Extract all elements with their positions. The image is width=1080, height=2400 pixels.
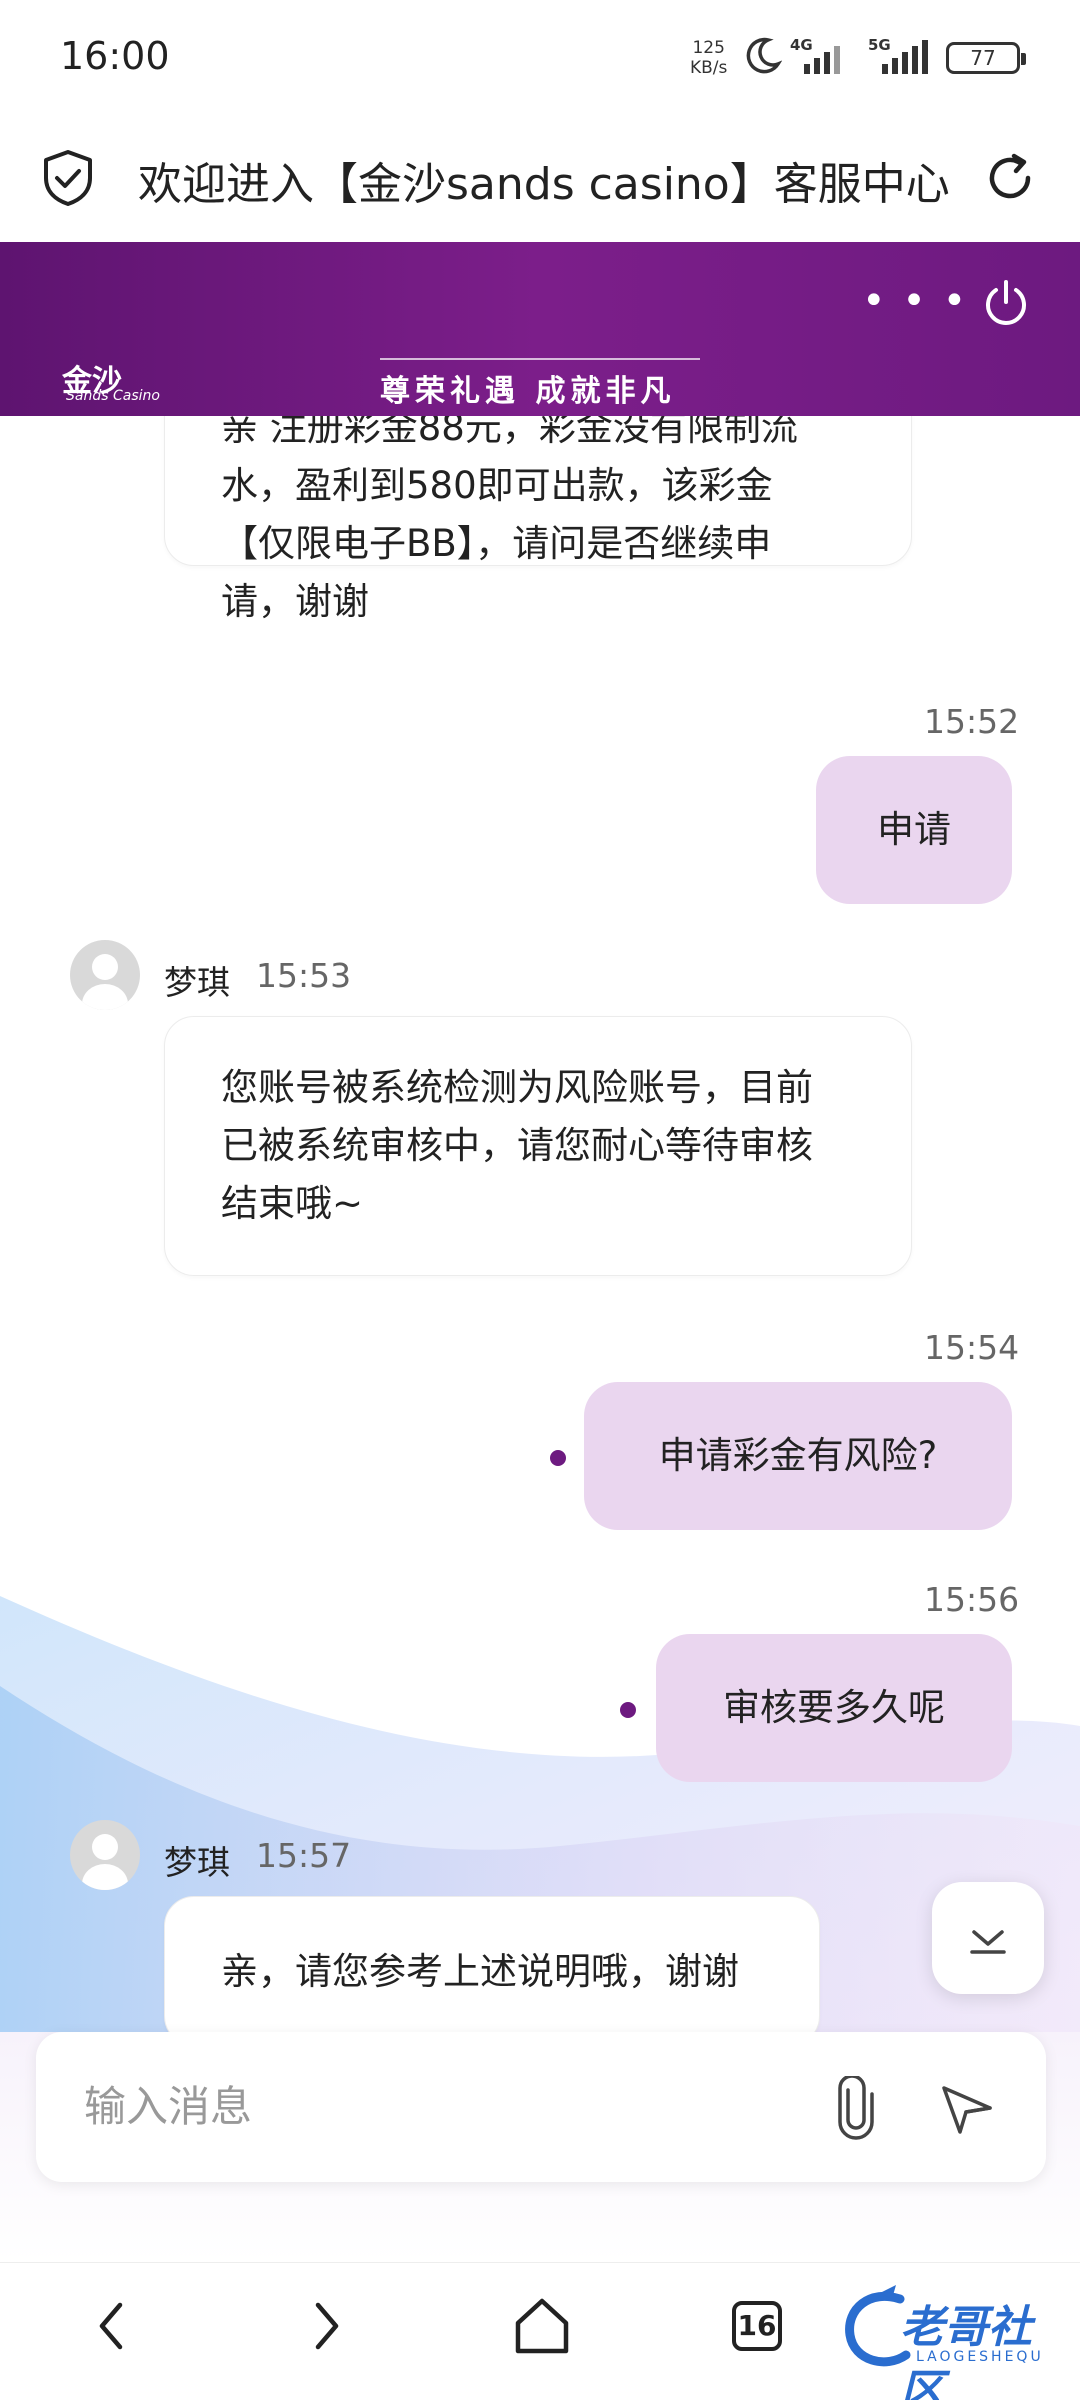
page-title: 欢迎进入【金沙sands casino】客服中心 [138,159,950,210]
message-input[interactable] [84,2074,804,2138]
scroll-to-bottom-button[interactable] [932,1882,1044,1994]
forward-icon[interactable] [302,2291,352,2361]
user-message-bubble: 申请 [816,756,1012,904]
message-time: 15:54 [924,1328,1020,1367]
brand-logo-sub: Sands Casino [66,388,160,404]
message-line: 您账号被系统检测为风险账号，目前 [221,1066,813,1109]
browser-nav-bar: 16 老哥社区 LAOGESHEQU [0,2262,1080,2400]
message-time: 15:52 [924,702,1020,741]
message-line: 结束哦~ [221,1182,364,1225]
do-not-disturb-icon [746,37,782,74]
agent-message-bubble: 亲 注册彩金88元，彩金没有限制流 水，盈利到580即可出款，该彩金 【仅限电子… [164,416,912,623]
watermark-logo: 老哥社区 LAOGESHEQU [840,2279,1070,2400]
battery-indicator: 77 [946,42,1026,74]
agent-message-bubble: 亲，请您参考上述说明哦，谢谢 [164,1896,820,2032]
site-header: • • • 金沙 Sands Casino 尊荣礼遇 成就非凡 [0,242,1080,416]
user-message-bubble: 审核要多久呢 [656,1634,1012,1782]
reload-icon[interactable] [980,148,1040,208]
message-composer [36,2032,1046,2182]
power-icon[interactable] [978,276,1034,332]
chat-message-list[interactable]: 亲 注册彩金88元，彩金没有限制流 水，盈利到580即可出款，该彩金 【仅限电子… [0,416,1080,2032]
agent-message-bubble: 您账号被系统检测为风险账号，目前 已被系统审核中，请您耐心等待审核 结束哦~ [164,1016,912,1276]
message-line: 已被系统审核中，请您耐心等待审核 [221,1124,813,1167]
home-icon[interactable] [510,2291,574,2361]
message-line: 请，谢谢 [221,580,369,623]
agent-avatar [70,940,140,1010]
message-line: 亲 注册彩金88元，彩金没有限制流 [221,416,798,449]
composer-area [0,2032,1080,2262]
tab-count-button[interactable]: 16 [732,2301,782,2351]
agent-name: 梦琪 [164,963,230,1002]
signal-5g-icon: 5G [868,36,928,74]
status-time: 16:00 [60,34,170,78]
unread-dot [620,1702,636,1718]
back-icon[interactable] [86,2291,136,2361]
slogan-divider [380,358,700,360]
status-bar: 16:00 125 KB/s 4G 5G 77 [0,0,1080,118]
watermark-text: 老哥社区 [900,2302,1032,2400]
chevron-down-icon [970,1930,1006,1954]
message-line: 亲，请您参考上述说明哦，谢谢 [221,1950,739,1993]
network-speed-unit: KB/s [690,58,728,78]
brand-slogan: 尊荣礼遇 成就非凡 [380,374,676,409]
user-message-bubble: 申请彩金有风险? [584,1382,1012,1530]
send-icon[interactable] [936,2078,998,2140]
browser-title-bar: 欢迎进入【金沙sands casino】客服中心 [0,118,1080,242]
message-line: 【仅限电子BB】，请问是否继续申 [221,522,772,565]
message-line: 水，盈利到580即可出款，该彩金 [221,464,773,507]
message-time: 15:57 [256,1836,352,1875]
unread-dot [550,1450,566,1466]
network-speed: 125 KB/s [690,38,727,78]
agent-avatar [70,1820,140,1890]
signal2-label: 5G [868,36,891,54]
agent-name: 梦琪 [164,1843,230,1882]
message-time: 15:53 [256,956,352,995]
signal-4g-icon: 4G [790,36,840,74]
message-time: 15:56 [924,1580,1020,1619]
network-speed-value: 125 [692,38,725,58]
paperclip-icon[interactable] [826,2076,886,2140]
shield-check-icon[interactable] [40,148,96,208]
watermark-sub: LAOGESHEQU [916,2349,1044,2365]
more-icon[interactable]: • • • [862,278,968,324]
signal1-label: 4G [790,36,813,54]
